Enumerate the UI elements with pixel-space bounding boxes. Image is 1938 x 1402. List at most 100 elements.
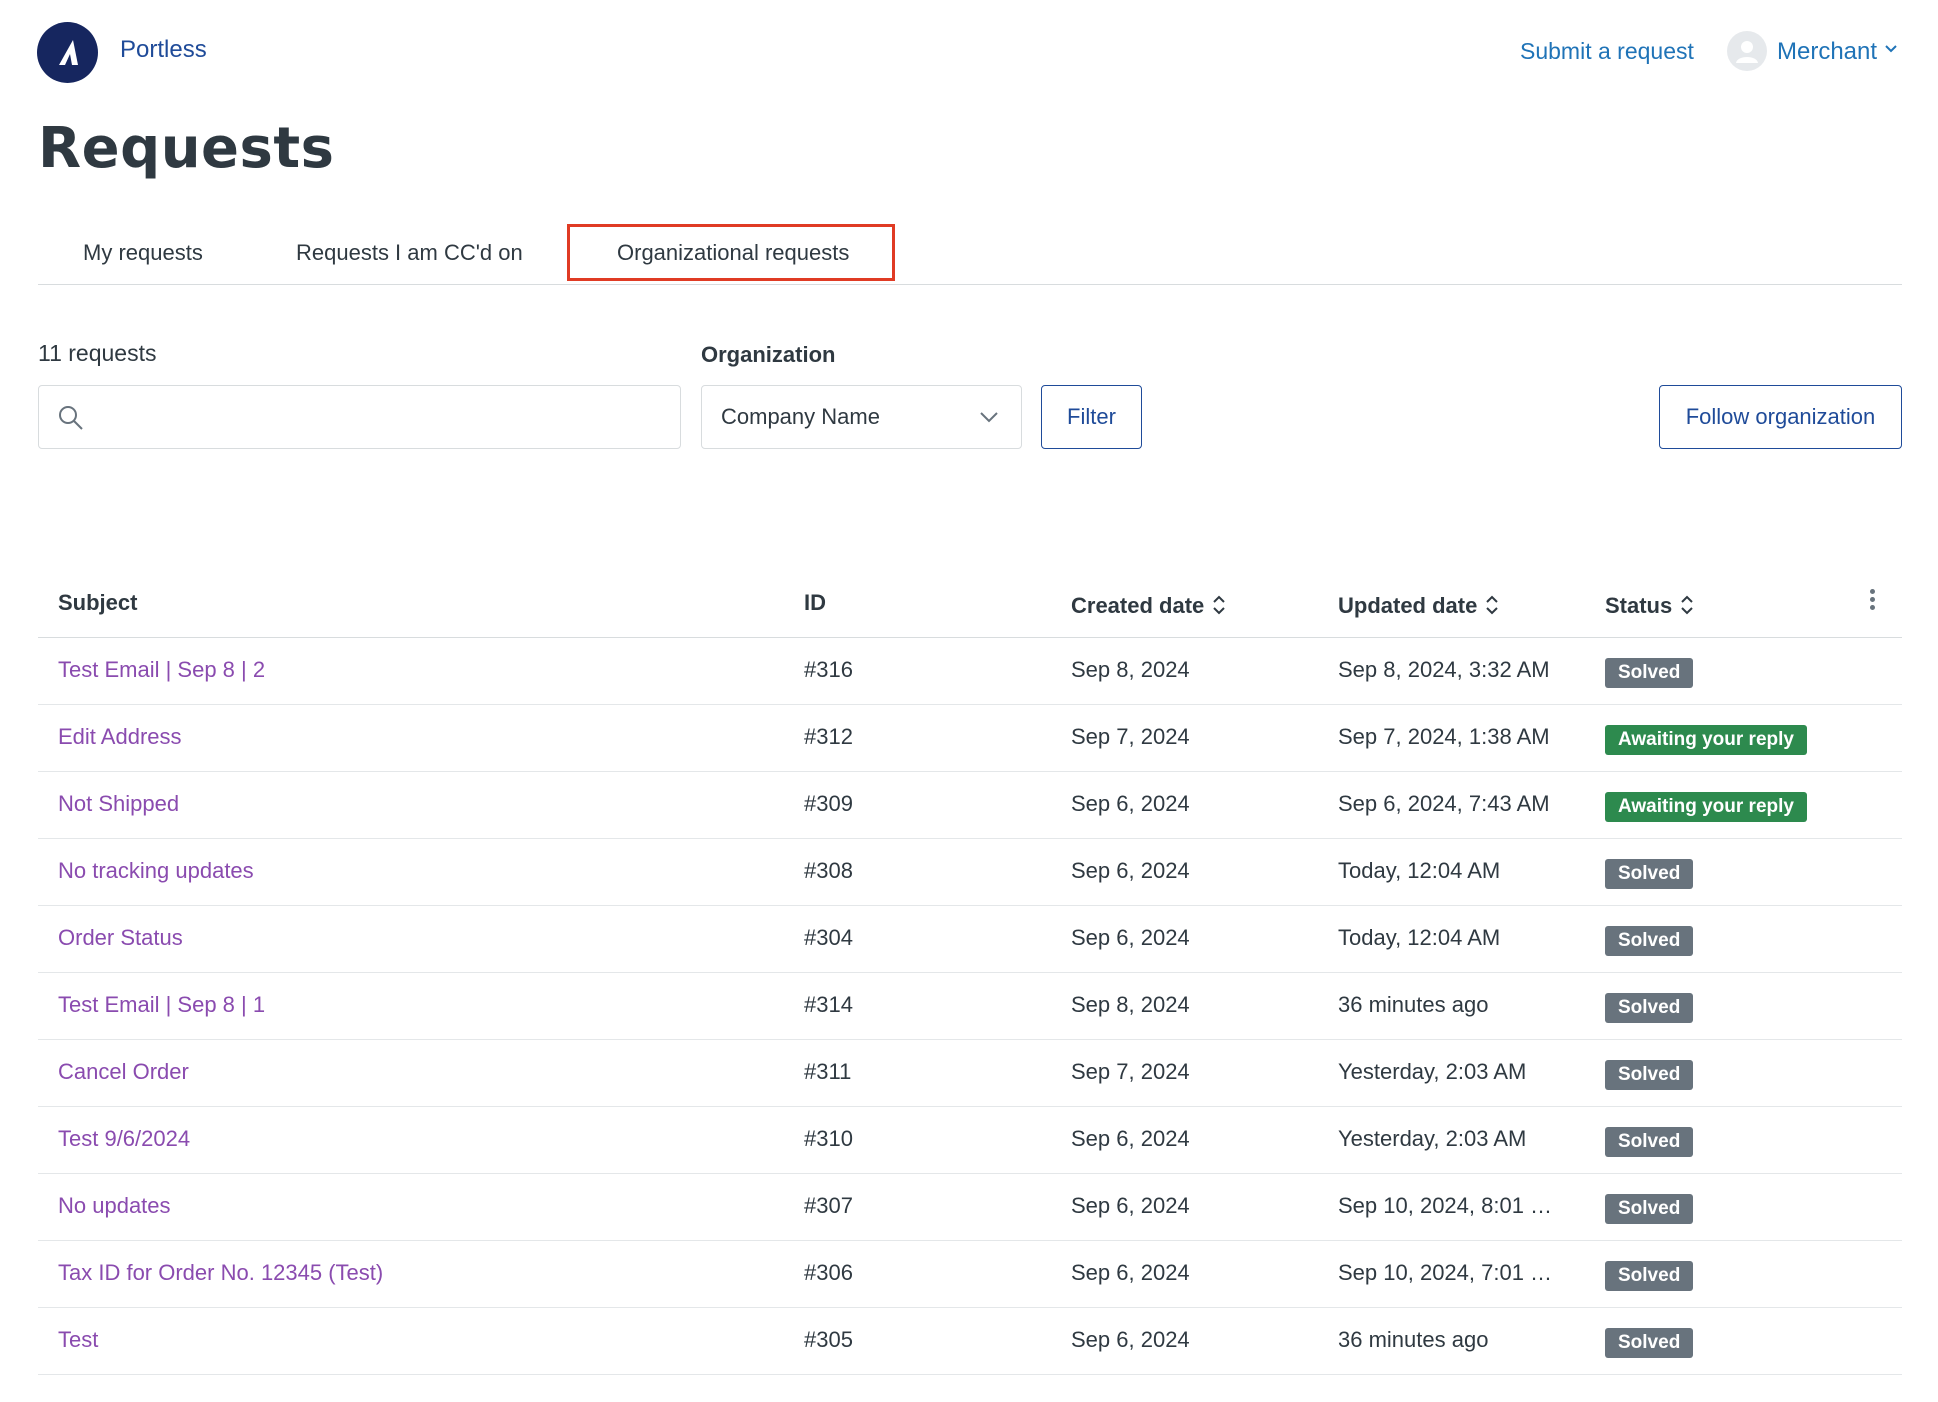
request-subject-link[interactable]: Tax ID for Order No. 12345 (Test) <box>58 1260 383 1286</box>
updated-date: Today, 12:04 AM <box>1338 925 1501 950</box>
request-subject-link[interactable]: Edit Address <box>58 724 182 750</box>
status-badge: Solved <box>1605 1328 1694 1358</box>
request-subject-link[interactable]: Test Email | Sep 8 | 1 <box>58 992 265 1018</box>
column-subject: Subject <box>58 590 138 615</box>
organization-select[interactable]: Company Name <box>701 385 1022 449</box>
table-body: Test Email | Sep 8 | 2 #316 Sep 8, 2024 Sep… <box>38 638 1902 1375</box>
table-row: Not Shipped #309 Sep 6, 2024 Sep 6, 2024, 7… <box>38 772 1902 839</box>
status-badge: Solved <box>1605 859 1694 889</box>
follow-organization-button[interactable]: Follow organization <box>1659 385 1902 449</box>
table-row: Edit Address #312 Sep 7, 2024 Sep 7, 2024, … <box>38 705 1902 772</box>
selected-tab-highlight <box>567 224 895 281</box>
search-icon <box>59 406 83 430</box>
created-date: Sep 6, 2024 <box>1071 925 1190 950</box>
request-subject-link[interactable]: Cancel Order <box>58 1059 189 1085</box>
column-status[interactable]: Status <box>1605 593 1694 619</box>
organization-label: Organization <box>701 342 836 367</box>
status-badge: Solved <box>1605 1127 1694 1157</box>
user-menu-button[interactable]: Merchant <box>1777 38 1877 66</box>
request-id: #304 <box>804 925 853 950</box>
table-row: Test Email | Sep 8 | 1 #314 Sep 8, 2024 36 … <box>38 973 1902 1040</box>
column-updated-date[interactable]: Updated date <box>1338 593 1499 619</box>
logo-icon[interactable] <box>37 22 98 83</box>
status-badge: Solved <box>1605 658 1694 688</box>
created-date: Sep 6, 2024 <box>1071 1327 1190 1352</box>
request-subject-link[interactable]: Order Status <box>58 925 183 951</box>
status-badge: Solved <box>1605 1261 1694 1291</box>
more-options-icon[interactable] <box>1862 586 1882 616</box>
updated-date: Sep 10, 2024, 8:01 … <box>1338 1193 1553 1218</box>
updated-date: Sep 6, 2024, 7:43 AM <box>1338 791 1550 816</box>
column-created-date[interactable]: Created date <box>1071 593 1226 619</box>
request-id: #312 <box>804 724 853 749</box>
request-id: #307 <box>804 1193 853 1218</box>
submit-request-link[interactable]: Submit a request <box>1520 38 1694 65</box>
created-date: Sep 6, 2024 <box>1071 1260 1190 1285</box>
sort-icon <box>1681 595 1693 615</box>
request-subject-link[interactable]: No tracking updates <box>58 858 254 884</box>
created-date: Sep 6, 2024 <box>1071 1126 1190 1151</box>
request-subject-link[interactable]: Test 9/6/2024 <box>58 1126 190 1152</box>
created-date: Sep 7, 2024 <box>1071 1059 1190 1084</box>
updated-date: 36 minutes ago <box>1338 992 1489 1017</box>
status-badge: Solved <box>1605 993 1694 1023</box>
status-badge: Solved <box>1605 1194 1694 1224</box>
chevron-down-icon <box>980 412 998 423</box>
request-id: #308 <box>804 858 853 883</box>
request-count: 11 requests <box>38 340 157 366</box>
requests-page: Portless Submit a request Merchant Reque… <box>0 0 1938 1402</box>
sort-icon <box>1486 595 1499 615</box>
request-tabs: My requests Requests I am CC'd on Organi… <box>38 224 1902 285</box>
status-badge: Solved <box>1605 926 1694 956</box>
filter-button[interactable]: Filter <box>1041 385 1142 449</box>
request-subject-link[interactable]: Test <box>58 1327 98 1353</box>
updated-date: Sep 8, 2024, 3:32 AM <box>1338 657 1550 682</box>
status-badge: Solved <box>1605 1060 1694 1090</box>
status-badge: Awaiting your reply <box>1605 792 1807 822</box>
table-row: Tax ID for Order No. 12345 (Test) #306 Sep… <box>38 1241 1902 1308</box>
avatar-icon[interactable] <box>1727 31 1767 71</box>
sort-icon <box>1213 595 1225 615</box>
updated-date: Sep 7, 2024, 1:38 AM <box>1338 724 1550 749</box>
updated-date: Yesterday, 2:03 AM <box>1338 1059 1527 1084</box>
search-field[interactable] <box>38 385 681 449</box>
created-date: Sep 6, 2024 <box>1071 858 1190 883</box>
request-id: #314 <box>804 992 853 1017</box>
status-badge: Awaiting your reply <box>1605 725 1807 755</box>
request-subject-link[interactable]: Not Shipped <box>58 791 179 817</box>
request-id: #311 <box>804 1059 852 1084</box>
table-row: No updates #307 Sep 6, 2024 Sep 10, 2024, 8… <box>38 1174 1902 1241</box>
tab-cc-requests[interactable]: Requests I am CC'd on <box>296 240 523 266</box>
updated-date: Yesterday, 2:03 AM <box>1338 1126 1527 1151</box>
request-subject-link[interactable]: No updates <box>58 1193 171 1219</box>
table-row: Test Email | Sep 8 | 2 #316 Sep 8, 2024 Sep… <box>38 638 1902 705</box>
created-date: Sep 7, 2024 <box>1071 724 1190 749</box>
organization-value: Company Name <box>721 404 880 429</box>
chevron-down-icon[interactable] <box>1884 44 1898 54</box>
table-row: Cancel Order #311 Sep 7, 2024 Yesterday, 2:… <box>38 1040 1902 1107</box>
brand-name[interactable]: Portless <box>120 36 207 64</box>
request-id: #305 <box>804 1327 853 1352</box>
page-title: Requests <box>38 116 335 181</box>
table-row: No tracking updates #308 Sep 6, 2024 Today,… <box>38 839 1902 906</box>
column-id: ID <box>804 590 826 615</box>
created-date: Sep 8, 2024 <box>1071 657 1190 682</box>
table-row: Test #305 Sep 6, 2024 36 minutes ago Solved <box>38 1308 1902 1375</box>
created-date: Sep 8, 2024 <box>1071 992 1190 1017</box>
request-id: #306 <box>804 1260 853 1285</box>
updated-date: Sep 10, 2024, 7:01 … <box>1338 1260 1553 1285</box>
search-input[interactable] <box>99 396 663 440</box>
table-row: Order Status #304 Sep 6, 2024 Today, 12:04 … <box>38 906 1902 973</box>
request-subject-link[interactable]: Test Email | Sep 8 | 2 <box>58 657 265 683</box>
table-header: Subject ID Created date Updated date Sta… <box>38 578 1902 638</box>
request-id: #309 <box>804 791 853 816</box>
created-date: Sep 6, 2024 <box>1071 1193 1190 1218</box>
request-id: #316 <box>804 657 853 682</box>
requests-table: Subject ID Created date Updated date Sta… <box>38 578 1902 1375</box>
request-id: #310 <box>804 1126 853 1151</box>
tab-my-requests[interactable]: My requests <box>83 240 203 266</box>
updated-date: 36 minutes ago <box>1338 1327 1489 1352</box>
table-row: Test 9/6/2024 #310 Sep 6, 2024 Yesterday, 2… <box>38 1107 1902 1174</box>
updated-date: Today, 12:04 AM <box>1338 858 1501 883</box>
created-date: Sep 6, 2024 <box>1071 791 1190 816</box>
